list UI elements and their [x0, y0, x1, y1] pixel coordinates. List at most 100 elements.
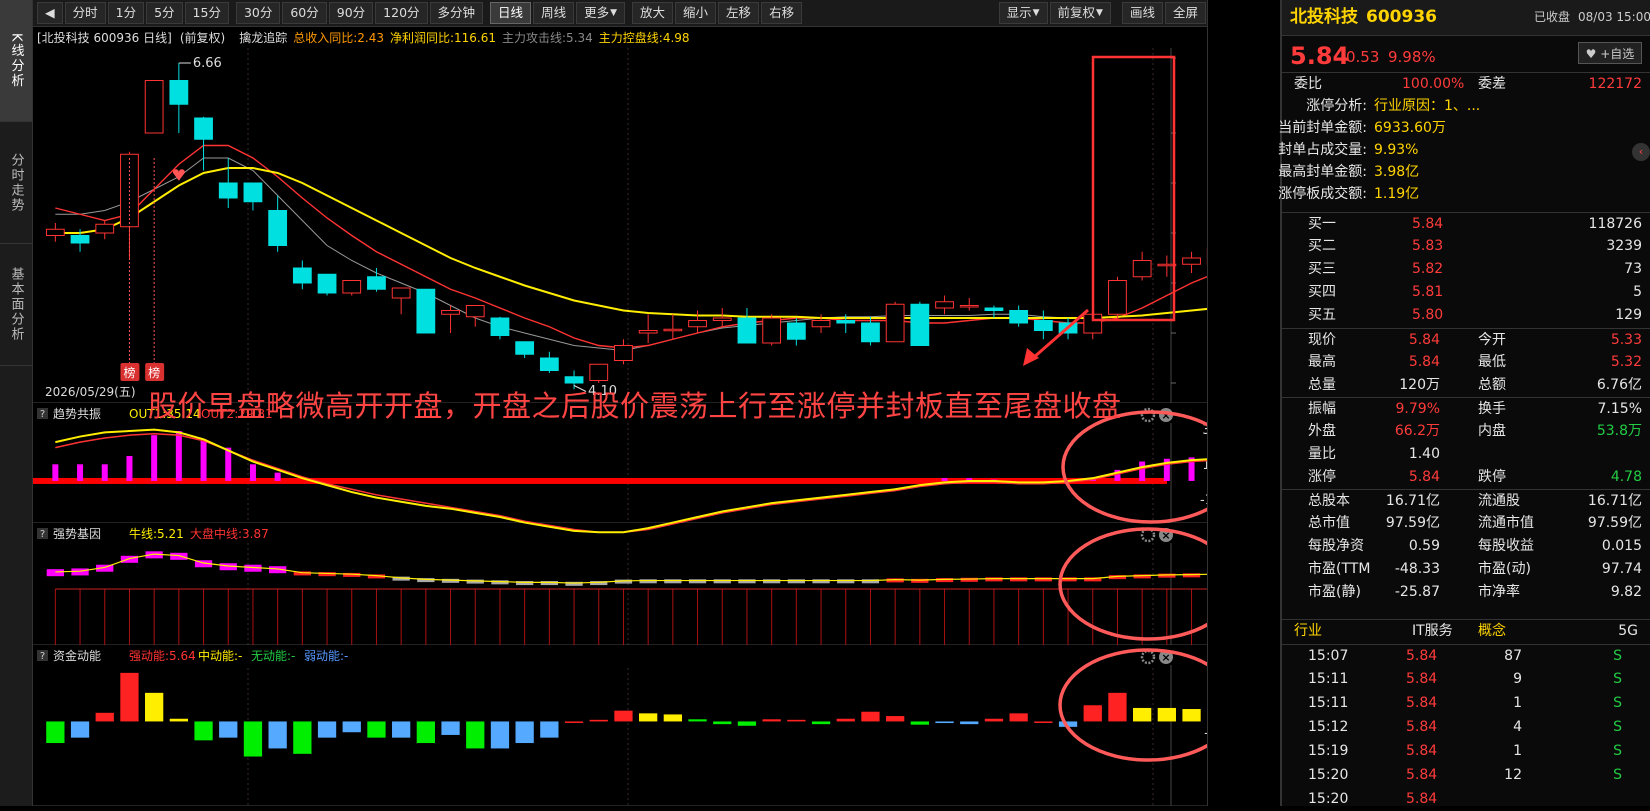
- fund-bar: [688, 719, 706, 721]
- fund-bar: [886, 716, 904, 721]
- candle-body: [219, 183, 237, 198]
- quote-label: 量比: [1308, 443, 1336, 466]
- fund-bar: [145, 693, 163, 722]
- trend-bar: [52, 464, 58, 481]
- strong-bar: [664, 579, 681, 583]
- quote-label: 总额: [1478, 374, 1506, 397]
- quote-label: 每股净资: [1308, 535, 1364, 558]
- industry-label: 行业: [1294, 620, 1322, 643]
- trend-bar: [126, 456, 132, 481]
- bid-level: 买二: [1308, 235, 1336, 258]
- fund-bar: [590, 720, 608, 722]
- fund-bar: [1034, 721, 1052, 723]
- candle-body: [442, 311, 460, 315]
- quote-label: 换手: [1478, 398, 1506, 421]
- candle-body: [269, 211, 287, 246]
- industry-value[interactable]: IT服务: [1412, 620, 1453, 643]
- main-control: 主力控盘线:4.98: [599, 29, 690, 46]
- quote-label: 每股收益: [1478, 535, 1534, 558]
- tick-side: S: [1613, 692, 1622, 715]
- candle-body: [392, 288, 410, 298]
- highlight-ellipse: [1060, 529, 1207, 639]
- net-profit: 净利润同比:116.61: [390, 29, 496, 46]
- adj-label: (前复权): [180, 29, 225, 46]
- candle-body: [368, 277, 386, 290]
- weibi-label: 委比: [1294, 73, 1322, 96]
- quote-value: -25.87: [1395, 581, 1440, 604]
- fund-bar: [960, 721, 978, 724]
- arrow-head-icon: [1023, 348, 1039, 366]
- tick-volume: 1: [1513, 740, 1522, 763]
- fund-mid: 中动能:-: [198, 648, 242, 663]
- trend-bar: [176, 431, 182, 481]
- quote-value: 66.2万: [1395, 420, 1440, 443]
- sidebar-tab-2[interactable]: 基本面分析: [0, 244, 32, 366]
- limit-value: 6933.60万: [1374, 117, 1446, 140]
- fund-bar: [1182, 709, 1200, 721]
- quote-value: 53.8万: [1597, 420, 1642, 443]
- fund-bar: [293, 721, 311, 753]
- fund-bar: [713, 721, 731, 724]
- panel-name: 资金动能: [53, 648, 101, 663]
- bid-volume: 129: [1615, 304, 1642, 327]
- quote-value: 0.59: [1409, 535, 1440, 558]
- candle-body: [960, 306, 978, 308]
- quote-label: 外盘: [1308, 420, 1336, 443]
- trend-bar: [942, 478, 948, 481]
- fund-strong: 强动能:5.64: [129, 649, 196, 663]
- limit-label: 最高封单金额:: [1278, 161, 1367, 184]
- candle-body: [787, 323, 805, 339]
- price-change: 0.53: [1346, 46, 1379, 69]
- quote-value: 9.82: [1611, 581, 1642, 604]
- add-watchlist-button[interactable]: ♥ +自选: [1578, 42, 1642, 64]
- fund-bar: [1158, 708, 1176, 721]
- candle-body: [837, 321, 855, 324]
- fund-weak: 弱动能:-: [304, 649, 348, 663]
- quote-value: 97.59亿: [1386, 512, 1440, 535]
- collapse-arrow-icon[interactable]: ‹: [1632, 143, 1650, 161]
- concept-value[interactable]: 5G: [1618, 620, 1638, 643]
- tick-volume: 12: [1504, 764, 1522, 787]
- quote-value: 5.84: [1409, 466, 1440, 489]
- panel-name: 趋势共振: [53, 407, 101, 421]
- quote-value: 7.15%: [1598, 398, 1642, 421]
- quote-value: 97.59亿: [1588, 512, 1642, 535]
- bid-price: 5.82: [1412, 258, 1443, 281]
- market-status: 已收盘: [1534, 6, 1570, 29]
- fund-bar: [392, 721, 410, 737]
- ma-gray-line: [55, 158, 1092, 351]
- quote-panel: 北投科技 600936 已收盘 08/03 15:00 5.84 0.53 9.…: [1280, 0, 1650, 806]
- sidebar-tab-1[interactable]: 分时走势: [0, 122, 32, 244]
- strong-index: 大盘中线:3.87: [190, 526, 269, 541]
- quote-label: 今开: [1478, 329, 1506, 352]
- quote-value: 6.76亿: [1597, 374, 1642, 397]
- last-price: 5.84: [1290, 42, 1349, 70]
- strong-bar: [121, 556, 138, 563]
- quote-label: 流通股: [1478, 490, 1520, 513]
- candle-body: [491, 318, 509, 336]
- quote-label: 跌停: [1478, 466, 1506, 489]
- indicator-name: 擒龙追踪: [239, 29, 287, 46]
- candle-body: [170, 81, 188, 105]
- candle-body: [1109, 281, 1127, 315]
- tick-time: 15:11: [1308, 668, 1348, 691]
- quote-label: 总量: [1308, 374, 1336, 397]
- highlight-ellipse: [1063, 412, 1207, 522]
- candle-body: [145, 81, 163, 134]
- fund-bar: [120, 673, 138, 722]
- bang-badge-text: 榜: [123, 365, 135, 380]
- strong-bull: 牛线:5.21: [129, 526, 184, 541]
- limit-value: 9.93%: [1374, 139, 1418, 162]
- trend-bar: [225, 448, 231, 481]
- trend-bar: [201, 439, 207, 481]
- candle-body: [886, 304, 904, 342]
- sidebar-tab-0[interactable]: K线分析: [0, 0, 32, 122]
- bid-price: 5.81: [1412, 281, 1443, 304]
- candle-body: [293, 268, 311, 283]
- bid-volume: 5: [1633, 281, 1642, 304]
- trend-bar: [1139, 462, 1145, 481]
- strong-bar: [47, 569, 64, 576]
- candle-body: [96, 224, 114, 233]
- tick-price: 5.84: [1406, 740, 1437, 763]
- candle-body: [689, 321, 707, 327]
